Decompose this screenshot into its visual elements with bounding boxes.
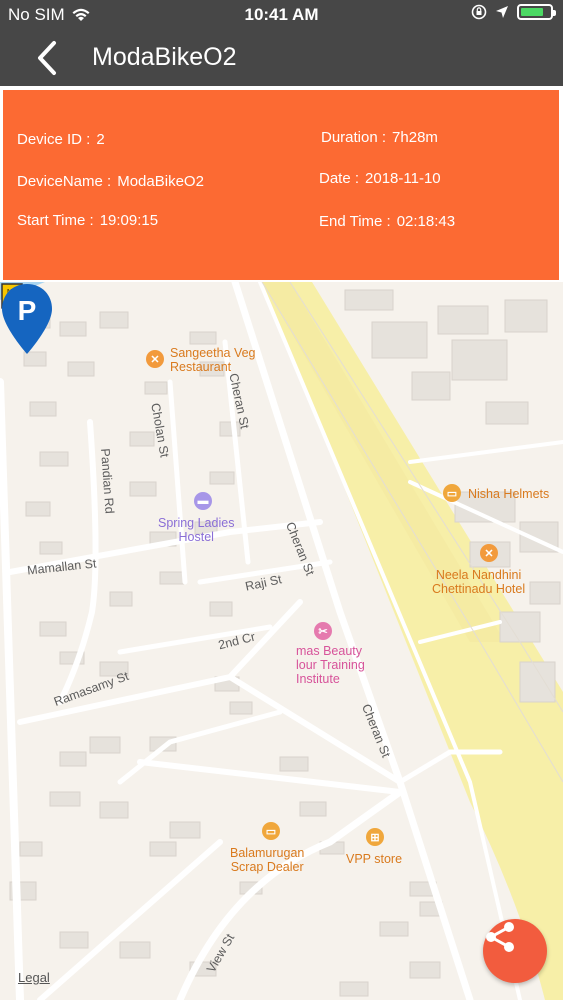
shopping-basket-icon[interactable]: ⊞ [366, 828, 384, 846]
device-id-value: 2 [96, 131, 105, 148]
duration-value: 7h28m [392, 129, 438, 146]
end-time-value: 02:18:43 [396, 213, 456, 230]
chevron-left-icon [38, 41, 56, 75]
back-button[interactable] [30, 38, 66, 78]
device-name-label: DeviceName : [17, 173, 112, 190]
nav-bar: ModaBikeO2 [0, 30, 563, 86]
restaurant-icon[interactable]: ✕ [146, 350, 164, 368]
hotel-icon[interactable]: ▬ [194, 492, 212, 510]
page-title: ModaBikeO2 [92, 43, 237, 71]
start-time-label: Start Time : [17, 212, 94, 229]
trip-info-panel: Device ID : 2 DeviceName : ModaBikeO2 Star… [3, 90, 559, 280]
poi-vpp-label: VPP store [346, 852, 403, 866]
pin-letter: P [18, 295, 37, 326]
orientation-lock-icon [471, 4, 487, 20]
device-id-row: Device ID : 2 [17, 131, 105, 148]
poi-sangeetha-label: Sangeetha Veg Restaurant [170, 346, 256, 374]
poi-sangeetha[interactable]: Sangeetha Veg Restaurant [170, 346, 256, 374]
device-name-row: DeviceName : ModaBikeO2 [17, 173, 204, 190]
poi-vpp-store[interactable]: VPP store [346, 852, 402, 866]
poi-nisha-label: Nisha Helmets [468, 487, 550, 501]
device-id-label: Device ID : [17, 131, 91, 148]
start-time-row: Start Time : 19:09:15 [17, 212, 158, 229]
store-icon[interactable]: ▭ [262, 822, 280, 840]
end-time-label: End Time : [319, 213, 391, 230]
date-label: Date : [319, 170, 360, 187]
poi-neela-nandhini[interactable]: Neela Nandhini Chettinadu Hotel [432, 568, 525, 596]
poi-balamurugan[interactable]: Balamurugan Scrap Dealer [230, 846, 304, 874]
date-value: 2018-11-10 [365, 170, 441, 187]
device-name-value: ModaBikeO2 [117, 173, 204, 190]
date-row: Date : 2018-11-10 [319, 170, 441, 187]
battery-icon [517, 4, 556, 20]
map-canvas [0, 282, 563, 1000]
map-view[interactable]: Cholan St Cheran St Pandian Rd Mamallan … [0, 282, 563, 1000]
poi-beauty-label: mas Beauty lour Training Institute [296, 644, 365, 686]
poi-nisha-helmets[interactable]: Nisha Helmets [468, 487, 549, 501]
share-icon [486, 922, 514, 952]
legal-link[interactable]: Legal [18, 970, 50, 985]
poi-neela-label: Neela Nandhini Chettinadu Hotel [432, 568, 526, 596]
status-right [471, 4, 556, 20]
poi-balamurugan-label: Balamurugan Scrap Dealer [230, 846, 305, 874]
duration-label: Duration : [321, 129, 387, 146]
top-bar: No SIM 10:41 AM ModaBikeO2 [0, 0, 563, 86]
start-time-value: 19:09:15 [99, 212, 159, 229]
share-button[interactable] [483, 919, 547, 983]
end-time-row: End Time : 02:18:43 [319, 213, 455, 230]
location-arrow-icon [496, 6, 508, 18]
restaurant-icon[interactable]: ✕ [480, 544, 498, 562]
beauty-icon[interactable]: ✂ [314, 622, 332, 640]
poi-spring-label: Spring Ladies Hostel [158, 516, 235, 544]
parking-pin-icon[interactable]: P [0, 282, 54, 356]
duration-row: Duration : 7h28m [321, 129, 438, 146]
poi-spring-hostel[interactable]: Spring Ladies Hostel [158, 516, 234, 544]
poi-beauty-institute[interactable]: mas Beauty lour Training Institute [296, 644, 365, 686]
status-bar: No SIM 10:41 AM [0, 0, 563, 30]
store-icon[interactable]: ▭ [443, 484, 461, 502]
